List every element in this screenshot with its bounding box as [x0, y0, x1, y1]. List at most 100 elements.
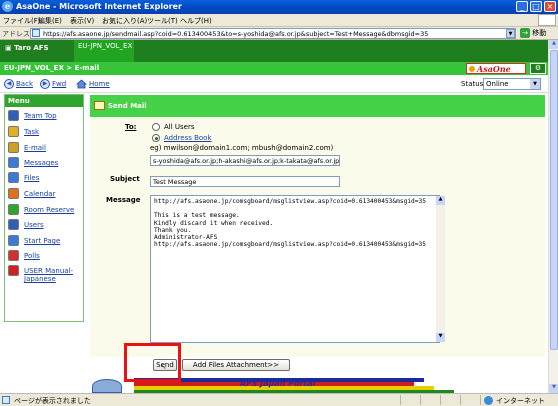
menu-item-start-page[interactable]: Start Page	[7, 234, 83, 248]
back-label: Back	[16, 80, 33, 88]
window-title-bar: e AsaOne - Microsoft Internet Explorer _…	[0, 0, 558, 14]
address-dropdown-icon[interactable]: ▼	[506, 29, 515, 38]
message-textarea[interactable]: http://afs.asaone.jp/comsgboard/msglistv…	[150, 195, 440, 343]
status-value: Online	[486, 80, 509, 88]
menu-item-room-reserve[interactable]: Room Reserve	[7, 203, 83, 217]
status-divider	[440, 395, 441, 405]
subject-input[interactable]: Test Message	[150, 176, 340, 187]
breadcrumb: EU-JPN_VOL_EX > E-mail	[4, 64, 100, 72]
menu-item-files[interactable]: Files	[7, 171, 83, 185]
left-menu: Menu Team Top Task E-mail Messages Files…	[4, 94, 84, 322]
start-page-icon	[8, 235, 19, 246]
settings-icon[interactable]: ⚙	[530, 63, 546, 74]
address-book-link[interactable]: Address Book	[164, 134, 212, 142]
menu-item-users[interactable]: Users	[7, 218, 83, 232]
home-icon	[76, 79, 87, 89]
internet-zone-icon	[484, 396, 493, 405]
status-divider	[420, 395, 421, 405]
menu-item-label: USER Manual- Japanese	[24, 267, 73, 283]
menu-tools[interactable]: ツール(T)	[147, 16, 178, 26]
menu-view[interactable]: 表示(V)	[70, 16, 94, 26]
page-scrollbar[interactable]: ▲ ▼	[548, 40, 558, 393]
room-reserve-icon	[8, 204, 19, 215]
tab-user-label: Taro AFS	[14, 44, 49, 52]
status-bar: ページが表示されました インターネット	[0, 393, 558, 405]
user-manual-icon	[8, 265, 19, 276]
to-label: To:	[125, 123, 137, 131]
logo-dot-icon	[469, 66, 475, 72]
status-divider	[480, 395, 481, 405]
messages-icon	[8, 157, 19, 168]
highlight-box	[124, 343, 181, 382]
menu-help[interactable]: ヘルプ(H)	[180, 16, 212, 26]
email-icon	[8, 142, 19, 153]
page-scroll-thumb[interactable]	[550, 50, 558, 350]
menu-item-label: E-mail	[24, 144, 46, 152]
scroll-down-icon[interactable]: ▼	[436, 333, 445, 342]
windows-logo-icon	[538, 14, 556, 26]
logo-text: AsaOne	[477, 64, 511, 74]
menu-item-team-top[interactable]: Team Top	[7, 109, 83, 123]
app-tabs: ▣ Taro AFS EU-JPN_VOL_EX	[0, 40, 548, 62]
menu-item-messages[interactable]: Messages	[7, 156, 83, 170]
page-scroll-up-icon[interactable]: ▲	[549, 40, 558, 49]
page-icon	[32, 29, 40, 37]
menu-item-label: Files	[24, 174, 40, 182]
all-users-radio[interactable]	[152, 123, 160, 131]
page-scroll-down-icon[interactable]: ▼	[549, 384, 558, 393]
status-divider	[400, 395, 401, 405]
menu-header: Menu	[5, 95, 83, 107]
scroll-up-icon[interactable]: ▲	[436, 196, 445, 205]
polls-icon	[8, 250, 19, 261]
back-icon: ◀	[4, 79, 14, 89]
add-files-attachment-button[interactable]: Add Files Attachment>>	[182, 359, 290, 371]
fwd-icon: ▶	[40, 79, 50, 89]
to-input[interactable]: s-yoshida@afs.or.jp;h-akashi@afs.or.jp;k…	[150, 155, 340, 166]
menu-edit[interactable]: 編集(E)	[38, 16, 62, 26]
menu-item-polls[interactable]: Polls	[7, 249, 83, 263]
fwd-label: Fwd	[52, 80, 67, 88]
footer-brand: AFS Japan Portal	[240, 379, 316, 388]
breadcrumb-bar: EU-JPN_VOL_EX > E-mail AsaOne ⚙	[0, 62, 548, 75]
go-button[interactable]: → 移動	[520, 28, 546, 39]
menu-item-user-manual[interactable]: USER Manual- Japanese	[7, 264, 83, 286]
status-label: Status:	[461, 80, 486, 88]
address-bar: アドレス(D) https://afs.asaone.jp/sendmail.a…	[0, 27, 558, 40]
menu-item-email[interactable]: E-mail	[7, 141, 83, 155]
nav-row: ◀ Back ▶ Fwd Home Status: Online ▼	[0, 75, 548, 93]
home-button[interactable]: Home	[76, 79, 110, 89]
menu-file[interactable]: ファイル(F)	[3, 16, 41, 26]
address-book-radio[interactable]	[152, 134, 160, 142]
tab-team[interactable]: EU-JPN_VOL_EX	[74, 40, 134, 62]
menu-bar: ファイル(F) 編集(E) 表示(V) お気に入り(A) ツール(T) ヘルプ(…	[0, 14, 558, 27]
menu-favorites[interactable]: お気に入り(A)	[102, 16, 147, 26]
internet-explorer-icon: e	[2, 1, 13, 12]
done-page-icon	[2, 396, 10, 404]
message-scrollbar[interactable]: ▲ ▼	[436, 196, 445, 342]
maximize-button[interactable]: □	[530, 1, 542, 12]
menu-item-label: Polls	[24, 252, 40, 260]
status-dropdown-icon: ▼	[530, 79, 540, 89]
close-button[interactable]: ×	[544, 1, 556, 12]
go-label: 移動	[532, 29, 547, 37]
menu-item-label: Messages	[24, 159, 59, 167]
all-users-label: All Users	[164, 123, 195, 131]
users-icon	[8, 219, 19, 230]
team-top-icon	[8, 110, 19, 121]
minimize-button[interactable]: _	[516, 1, 528, 12]
message-label: Message	[106, 196, 141, 204]
address-field[interactable]: https://afs.asaone.jp/sendmail.asp?coid=…	[30, 28, 516, 39]
menu-item-label: Team Top	[24, 112, 57, 120]
back-button[interactable]: ◀ Back	[4, 79, 33, 89]
fwd-button[interactable]: ▶ Fwd	[40, 79, 66, 89]
menu-item-calendar[interactable]: Calendar	[7, 187, 83, 201]
window-title: AsaOne - Microsoft Internet Explorer	[16, 2, 182, 11]
menu-item-label: Room Reserve	[24, 206, 75, 214]
tab-user[interactable]: ▣ Taro AFS	[0, 40, 74, 62]
send-mail-header: Send Mail	[90, 95, 545, 117]
task-icon	[8, 126, 19, 137]
menu-item-task[interactable]: Task	[7, 125, 83, 139]
menu-item-label: Start Page	[24, 237, 61, 245]
status-select[interactable]: Online ▼	[483, 78, 541, 90]
files-icon	[8, 172, 19, 183]
